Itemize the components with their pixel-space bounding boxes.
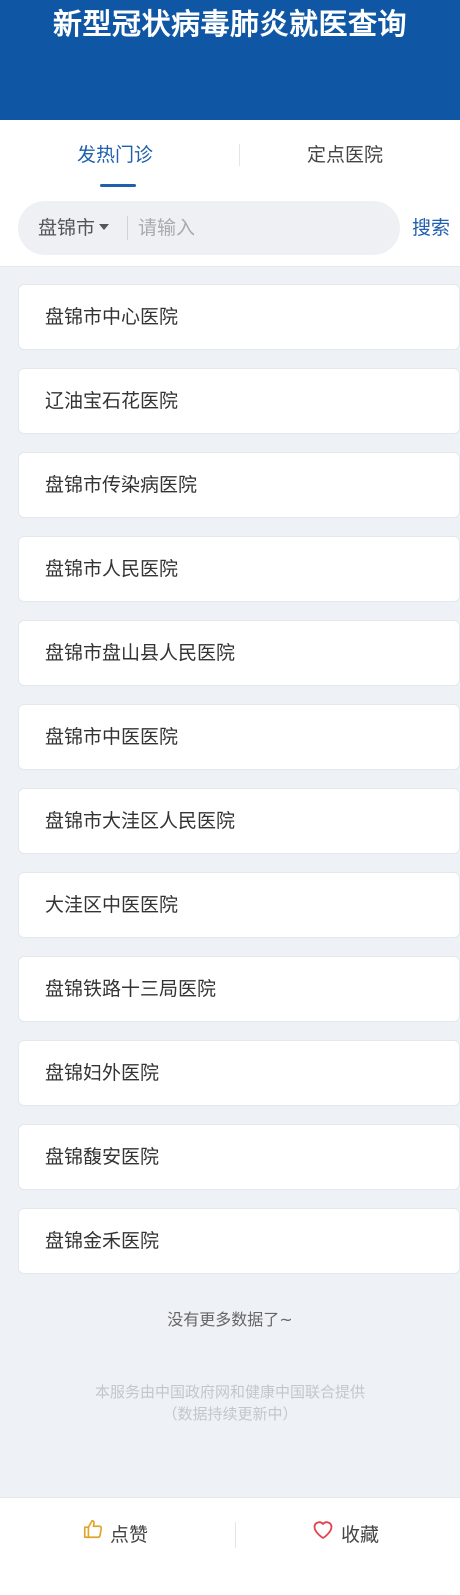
like-button[interactable]: 点赞 (0, 1498, 230, 1572)
tab-fever-clinic[interactable]: 发热门诊 (0, 120, 230, 190)
tab-designated-hospital[interactable]: 定点医院 (230, 120, 460, 190)
city-select-label: 盘锦市 (38, 217, 96, 239)
hospital-card[interactable]: 盘锦市大洼区人民医院 (18, 788, 460, 854)
hospital-card[interactable]: 盘锦妇外医院 (18, 1040, 460, 1106)
caret-down-icon (99, 223, 110, 230)
search-input[interactable] (136, 210, 390, 246)
hospital-card[interactable]: 辽油宝石花医院 (18, 368, 460, 434)
hospital-card[interactable]: 盘锦铁路十三局医院 (18, 956, 460, 1022)
hospital-card[interactable]: 盘锦市中医医院 (18, 704, 460, 770)
search-divider (127, 216, 128, 240)
active-tab-indicator (100, 184, 136, 187)
tab-bar: 发热门诊 定点医院 (0, 120, 460, 190)
thumbs-up-icon (82, 1497, 104, 1571)
hospital-card[interactable]: 盘锦市人民医院 (18, 536, 460, 602)
like-label: 点赞 (109, 1524, 148, 1546)
page-title: 新型冠状病毒肺炎就医查询 (52, 7, 407, 41)
hospital-card[interactable]: 盘锦金禾医院 (18, 1208, 460, 1274)
hospital-card[interactable]: 盘锦市盘山县人民医院 (18, 620, 460, 686)
favorite-button[interactable]: 收藏 (230, 1498, 460, 1572)
search-button[interactable]: 搜索 (412, 190, 450, 266)
header-banner: 新型冠状病毒肺炎就医查询 (0, 0, 460, 120)
hospital-card[interactable]: 盘锦市中心医院 (18, 284, 460, 350)
favorite-label: 收藏 (340, 1524, 379, 1546)
hospital-card[interactable]: 盘锦馥安医院 (18, 1124, 460, 1190)
service-provider-line: 本服务由中国政府网和健康中国联合提供 (94, 1383, 365, 1401)
city-select[interactable]: 盘锦市 (38, 201, 110, 255)
service-provider-note: 本服务由中国政府网和健康中国联合提供 （数据持续更新中） (0, 1381, 460, 1425)
bottom-action-bar: 点赞 收藏 (0, 1497, 460, 1595)
heart-icon (311, 1497, 335, 1571)
hospital-card[interactable]: 盘锦市传染病医院 (18, 452, 460, 518)
hospital-list: 盘锦市中心医院 辽油宝石花医院 盘锦市传染病医院 盘锦市人民医院 盘锦市盘山县人… (18, 284, 460, 1292)
search-box: 盘锦市 (18, 201, 400, 255)
data-update-note: （数据持续更新中） (162, 1405, 298, 1423)
hospital-card[interactable]: 大洼区中医医院 (18, 872, 460, 938)
search-bar: 盘锦市 搜索 (0, 190, 460, 267)
no-more-data-text: 没有更多数据了~ (167, 1310, 293, 1329)
